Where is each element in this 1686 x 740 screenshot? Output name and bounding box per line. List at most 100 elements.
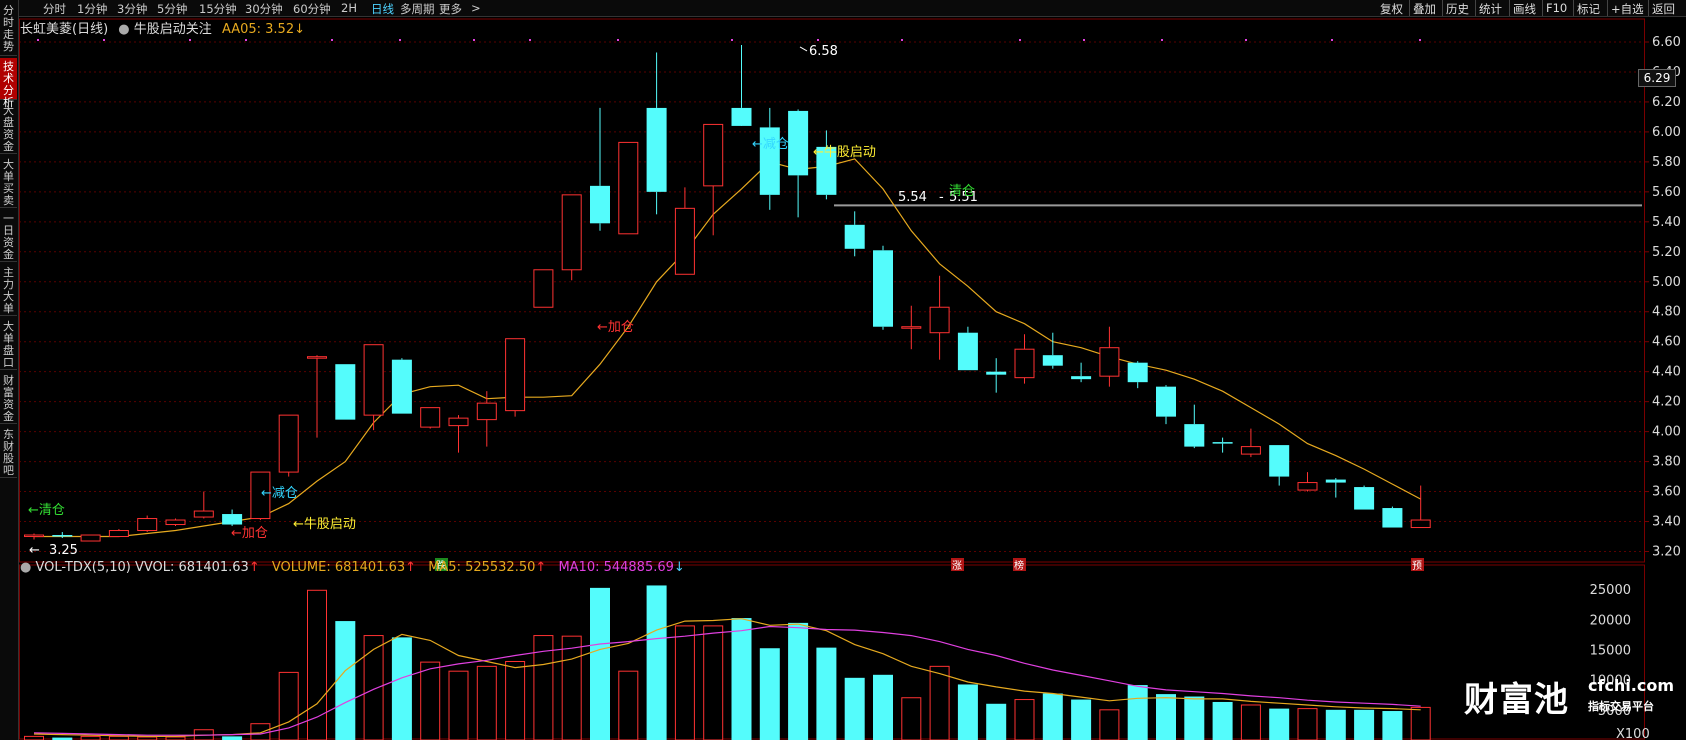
price-axis-label: 6.20 xyxy=(1652,95,1681,110)
marker-badge: 榜 xyxy=(1013,558,1026,572)
timeframe-8[interactable]: 日线 xyxy=(371,1,394,17)
candle-body xyxy=(222,514,243,525)
indicator-toggle-icon[interactable]: ● xyxy=(118,22,129,37)
candle xyxy=(731,44,752,126)
volume-bar xyxy=(1212,701,1233,740)
candle xyxy=(1099,326,1120,387)
candle-body xyxy=(1042,355,1063,366)
top-toolbar: 分时 1分钟 3分钟 5分钟 15分钟 30分钟 60分钟 2H 日线 多周期 更多 > 复权 叠加 历史统… xyxy=(19,0,1686,17)
toolbar-separator xyxy=(1542,0,1543,16)
hline-separator: - xyxy=(939,190,944,205)
candle xyxy=(1071,362,1092,383)
left-tab-8[interactable]: 东财股吧 xyxy=(0,426,17,478)
hline-left-value: 5.54 xyxy=(898,190,927,205)
signal-label: ←减仓 xyxy=(752,137,789,152)
timeframe-4[interactable]: 15分钟 xyxy=(199,1,237,17)
candle xyxy=(618,141,639,235)
candle xyxy=(788,109,809,218)
toolbar-button-4[interactable]: 画线 xyxy=(1513,1,1536,17)
volume-toggle-icon[interactable]: ● xyxy=(20,560,31,575)
toolbar-button-1[interactable]: 叠加 xyxy=(1413,1,1436,17)
volume-value: VOLUME: 681401.63 xyxy=(271,560,406,575)
event-dot xyxy=(1245,39,1247,41)
left-tab-5[interactable]: 主力大单 xyxy=(0,264,17,316)
toolbar-separator xyxy=(1442,0,1443,16)
event-dot xyxy=(189,39,191,41)
event-dot xyxy=(37,39,39,41)
left-tab-1[interactable]: 技术分析 xyxy=(0,58,17,109)
candle-body xyxy=(420,407,441,428)
candle xyxy=(52,532,73,539)
candle xyxy=(420,407,441,429)
timeframe-5[interactable]: 30分钟 xyxy=(245,1,283,17)
candle-body xyxy=(703,123,724,187)
candle-body xyxy=(901,326,922,329)
timeframe-1[interactable]: 1分钟 xyxy=(77,1,107,17)
candle-body xyxy=(137,518,158,532)
toolbar-button-3[interactable]: 统计 xyxy=(1479,1,1502,17)
timeframe-7[interactable]: 2H xyxy=(341,1,357,15)
signal-label: ←加仓 xyxy=(597,320,634,335)
toolbar-button-5[interactable]: F10 xyxy=(1546,1,1567,15)
left-tab-3[interactable]: 大单买卖 xyxy=(0,156,17,208)
candle xyxy=(901,305,922,350)
event-dot xyxy=(901,39,903,41)
volume-bar xyxy=(250,723,271,740)
vvol-arrow: ↑ xyxy=(248,560,260,575)
candle xyxy=(1042,332,1063,369)
volume-bar xyxy=(731,618,752,740)
candle-body xyxy=(1325,479,1346,483)
candle-body xyxy=(1184,424,1205,447)
left-tab-6[interactable]: 大单盘口 xyxy=(0,318,17,370)
volume-bar xyxy=(420,661,441,740)
left-tab-7[interactable]: 财富资金 xyxy=(0,372,17,424)
candle xyxy=(957,326,978,371)
candle-body xyxy=(1354,487,1375,510)
timeframe-0[interactable]: 分时 xyxy=(43,1,66,17)
volume-indicator-name[interactable]: VOL-TDX(5,10) xyxy=(35,560,130,575)
price-chart[interactable]: 6.606.406.206.005.805.605.405.205.004.80… xyxy=(19,17,1686,740)
candle-body xyxy=(52,535,73,537)
more-chevron-icon[interactable]: > xyxy=(471,1,481,15)
price-axis-label: 3.40 xyxy=(1652,515,1681,530)
timeframe-3[interactable]: 5分钟 xyxy=(157,1,187,17)
candle xyxy=(561,194,582,281)
price-axis-label: 4.20 xyxy=(1652,395,1681,410)
ma5-arrow: ↑ xyxy=(535,560,547,575)
volume-bar xyxy=(1071,699,1092,740)
toolbar-button-7[interactable]: +自选 xyxy=(1611,1,1644,17)
event-dot xyxy=(1419,39,1421,41)
candle xyxy=(986,358,1007,393)
candle-body xyxy=(1297,482,1318,491)
toolbar-separator xyxy=(1648,0,1649,16)
candle xyxy=(1156,385,1176,425)
left-tab-2[interactable]: 大盘资金 xyxy=(0,102,17,154)
event-dot xyxy=(1083,39,1085,41)
candle-body xyxy=(335,364,356,420)
vvol-value: VVOL: 681401.63 xyxy=(134,560,249,575)
candle xyxy=(703,123,724,236)
left-tab-4[interactable]: 一日资金 xyxy=(0,210,17,262)
candle xyxy=(1014,334,1035,384)
timeframe-10[interactable]: 更多 xyxy=(439,1,462,17)
candle-body xyxy=(363,344,384,416)
signal-label: ←清仓 xyxy=(28,503,65,518)
indicator-name[interactable]: 牛股启动关注 xyxy=(134,22,212,37)
timeframe-6[interactable]: 60分钟 xyxy=(293,1,331,17)
candle xyxy=(1184,404,1205,449)
toolbar-button-6[interactable]: 标记 xyxy=(1577,1,1600,17)
volume-bar xyxy=(816,647,837,740)
left-tab-0[interactable]: 分时走势 xyxy=(0,2,17,56)
timeframe-2[interactable]: 3分钟 xyxy=(117,1,147,17)
ma5-value: MA5: 525532.50 xyxy=(428,560,536,575)
timeframe-9[interactable]: 多周期 xyxy=(400,1,435,17)
toolbar-separator xyxy=(1409,0,1410,16)
toolbar-button-0[interactable]: 复权 xyxy=(1380,1,1403,17)
candle xyxy=(646,52,667,215)
volume-bar xyxy=(1014,699,1035,740)
toolbar-button-8[interactable]: 返回 xyxy=(1652,1,1675,17)
volume-bar xyxy=(873,674,893,740)
volume-bar xyxy=(703,625,724,740)
toolbar-button-2[interactable]: 历史 xyxy=(1446,1,1469,17)
volume-bar xyxy=(929,665,950,740)
